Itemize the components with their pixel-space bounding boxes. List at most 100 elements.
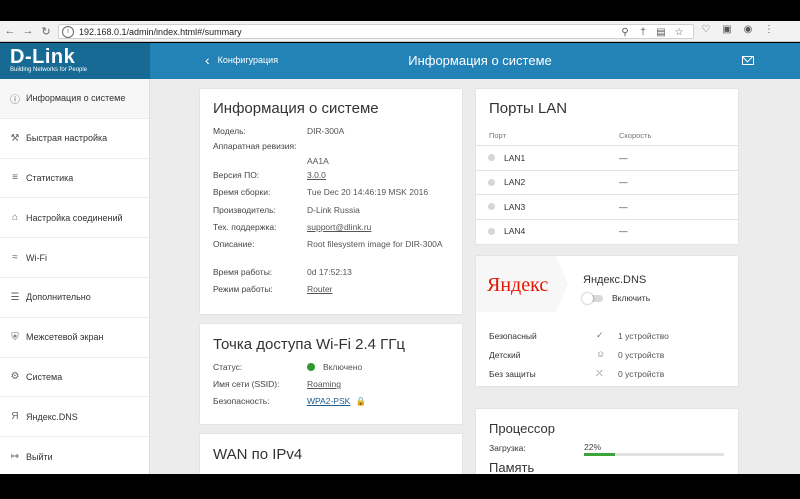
yandex-icon: Я <box>11 411 19 423</box>
logo-tagline: Building Networks for People <box>10 67 88 73</box>
yandex-toggle-row: Включить <box>582 292 651 304</box>
sidebar-item-label: Дополнительно <box>26 292 91 303</box>
system-info-key: Режим работы: <box>213 284 273 294</box>
system-info-key: Описание: <box>213 239 255 249</box>
wifi-status-label: Статус: <box>213 362 243 372</box>
lan-port-row: LAN2 — <box>476 169 738 194</box>
sidebar-item[interactable]: ≡ Статистика <box>0 159 149 199</box>
mail-icon[interactable] <box>742 56 754 65</box>
cpu-load-label: Загрузка: <box>489 443 526 453</box>
lan-port-name: LAN1 <box>504 152 526 163</box>
sidebar-item[interactable]: ⌂ Настройка соединений <box>0 198 149 239</box>
yandex-mode-label: Без защиты <box>489 369 536 379</box>
yandex-mode-count: 1 устройство <box>618 331 669 341</box>
logo-brand: D-Link <box>10 46 76 68</box>
yandex-toggle-label: Включить <box>612 293 651 303</box>
status-dot-icon <box>307 363 315 371</box>
search-icon[interactable]: ⚲ <box>619 27 631 38</box>
port-status-dot-icon <box>488 227 495 235</box>
lan-port-row: LAN3 — <box>476 194 738 218</box>
wifi-status-text: Включено <box>323 362 363 372</box>
wifi-title: Точка доступа Wi-Fi 2.4 ГГц <box>213 336 405 353</box>
yandex-logo-box: Яндекс <box>476 256 556 312</box>
system-info-value: AA1A <box>307 156 329 166</box>
yandex-mode-label: Безопасный <box>489 331 537 341</box>
url-text[interactable]: 192.168.0.1/admin/index.html#/summary <box>79 27 242 37</box>
lan-col-speed: Скорость <box>619 131 652 140</box>
sidebar-item[interactable]: ⓘ Информация о системе <box>0 79 149 119</box>
back-link-label: Конфигурация <box>217 55 279 65</box>
wifi-ssid-link[interactable]: Roaming <box>307 379 447 389</box>
logout-icon: ↦ <box>10 451 20 463</box>
cpu-load-fill <box>584 453 615 456</box>
wizard-icon: ⚒ <box>10 132 20 144</box>
shield-check-icon: ✓ <box>596 330 604 340</box>
system-info-key: Время сборки: <box>213 187 271 197</box>
cpu-load-value: 22% <box>584 442 602 452</box>
extension-icon[interactable]: ▣ <box>721 24 733 35</box>
sidebar-item[interactable]: ⛨ Межсетевой экран <box>0 318 149 358</box>
reload-icon[interactable]: ↻ <box>38 23 54 39</box>
screen-top-border <box>0 0 800 21</box>
yandex-logo: Яндекс <box>487 274 548 297</box>
sidebar-item[interactable]: ≈ Wi-Fi <box>0 238 149 278</box>
system-info-value: 0d 17:52:13 <box>307 267 352 277</box>
system-info-value: D-Link Russia <box>307 205 360 215</box>
cpu-title: Процессор <box>489 421 555 436</box>
wifi-card: Точка доступа Wi-Fi 2.4 ГГц Статус: Вклю… <box>200 324 462 424</box>
system-info-title: Информация о системе <box>213 100 379 117</box>
menu-icon[interactable]: ⋮ <box>763 24 775 35</box>
yandex-dns-title: Яндекс.DNS <box>583 274 647 286</box>
yandex-mode-count: 0 устройств <box>618 350 665 360</box>
back-arrow-icon[interactable]: ← <box>2 23 18 39</box>
lan-port-speed: — <box>619 177 628 187</box>
shield-icon: ⛨ <box>11 331 19 343</box>
info-icon[interactable]: i <box>62 25 74 38</box>
translate-icon[interactable]: ▤ <box>655 27 667 38</box>
system-info-link[interactable]: support@dlink.ru <box>307 222 447 232</box>
wifi-security-link[interactable]: WPA2-PSK <box>307 396 350 406</box>
pin-icon[interactable]: † <box>637 27 649 38</box>
lan-port-name: LAN4 <box>504 226 526 236</box>
system-info-key: Тех. поддержка: <box>213 222 277 232</box>
system-info-key: Модель: <box>213 126 246 136</box>
camera-icon[interactable]: ◉ <box>742 24 754 35</box>
pocket-icon[interactable]: ♡ <box>700 24 712 35</box>
lan-port-row: LAN4 — <box>476 218 738 243</box>
sliders-icon: ☰ <box>10 291 20 303</box>
sidebar-item[interactable]: ☰ Дополнительно <box>0 278 149 318</box>
cpu-load-bar <box>584 453 724 456</box>
back-to-config-link[interactable]: ‹ Конфигурация <box>205 53 278 67</box>
address-bar[interactable]: i 192.168.0.1/admin/index.html#/summary … <box>58 24 694 39</box>
system-info-card: Информация о системе Модель: DIR-300A Аппа… <box>200 89 462 314</box>
system-info-key: Версия ПО: <box>213 170 260 180</box>
wifi-ssid-label: Имя сети (SSID): <box>213 379 280 389</box>
star-icon[interactable]: ☆ <box>673 27 685 38</box>
yandex-toggle[interactable] <box>582 292 603 304</box>
sidebar-item[interactable]: ⚙ Система <box>0 358 149 398</box>
system-info-link[interactable]: Router <box>307 284 447 294</box>
sidebar-item[interactable]: Я Яндекс.DNS <box>0 397 149 438</box>
system-info-key: Время работы: <box>213 267 273 277</box>
sidebar-item[interactable]: ↦ Выйти <box>0 437 149 477</box>
sidebar-item-label: Межсетевой экран <box>26 332 104 343</box>
sidebar-item-label: Быстрая настройка <box>26 133 108 144</box>
forward-arrow-icon[interactable]: → <box>20 23 36 39</box>
system-info-value: Tue Dec 20 14:46:19 MSK 2016 <box>307 187 429 197</box>
wifi-status-value: Включено <box>307 362 447 372</box>
port-status-dot-icon <box>488 178 495 186</box>
wifi-icon: ≈ <box>12 252 18 264</box>
lan-port-speed: — <box>619 201 628 212</box>
system-info-value: Root filesystem image for DIR-300A <box>307 239 443 249</box>
sidebar-item[interactable]: ⚒ Быстрая настройка <box>0 119 149 159</box>
sidebar: ⓘ Информация о системе ⚒ Быстрая настройка ≡… <box>0 79 150 477</box>
screen-bottom-border <box>0 474 800 499</box>
info-icon: ⓘ <box>10 94 20 106</box>
lan-port-name: LAN2 <box>504 177 526 187</box>
connections-icon: ⌂ <box>11 212 19 224</box>
sidebar-item-label: Выйти <box>26 451 53 462</box>
wan-card: WAN по IPv4 <box>200 434 462 474</box>
system-info-value: DIR-300A <box>307 126 345 136</box>
dlink-logo[interactable]: D-Link Building Networks for People <box>0 43 150 79</box>
system-info-link[interactable]: 3.0.0 <box>307 170 447 180</box>
